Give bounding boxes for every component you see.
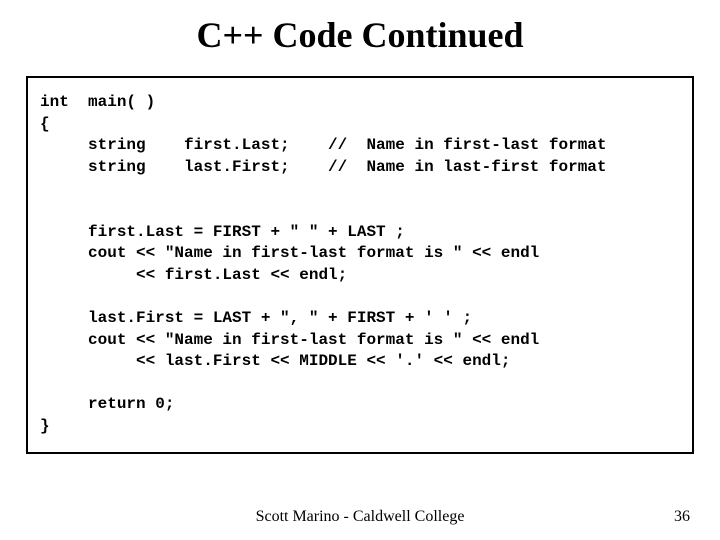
footer-author: Scott Marino - Caldwell College xyxy=(0,508,720,526)
slide: C++ Code Continued int main( ) { string … xyxy=(0,0,720,540)
page-number: 36 xyxy=(674,508,690,526)
slide-title: C++ Code Continued xyxy=(0,0,720,66)
code-block: int main( ) { string first.Last; // Name… xyxy=(26,76,694,454)
